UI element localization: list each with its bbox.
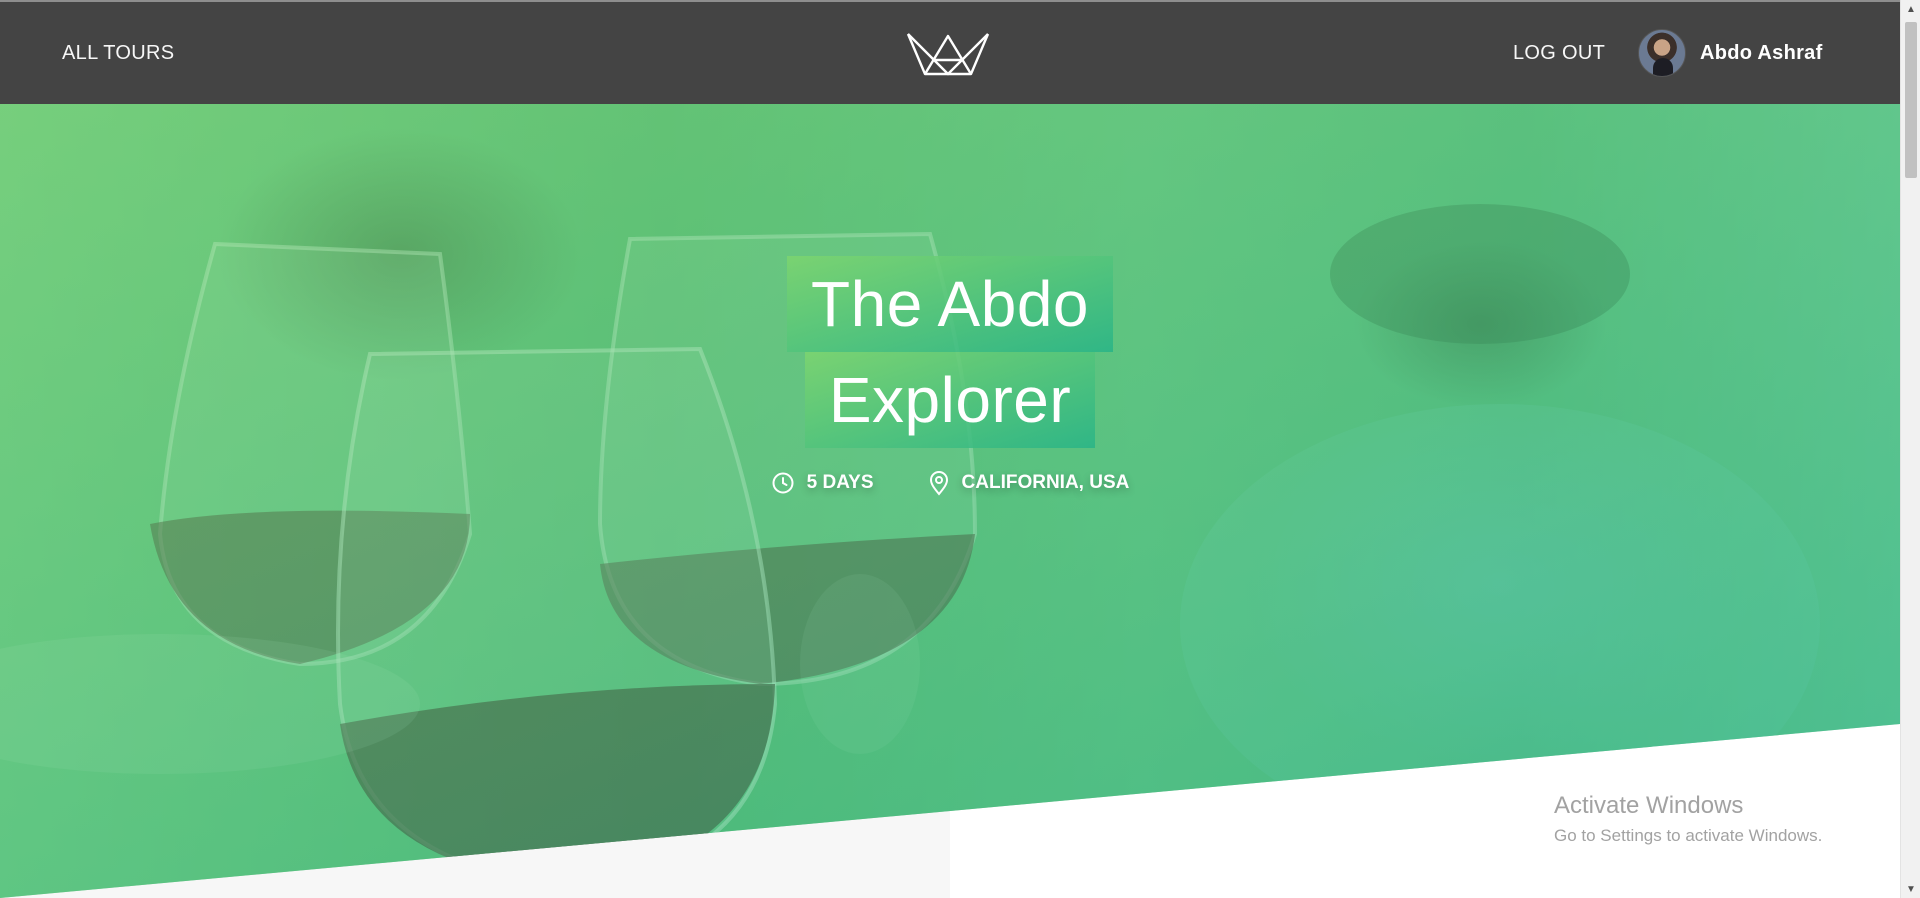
site-header: All tours Log out Abdo Ashraf	[0, 2, 1900, 104]
clock-icon	[772, 472, 794, 494]
page: The Abdo Explorer 5 days California, USA…	[0, 0, 1900, 898]
scrollbar-thumb[interactable]	[1905, 22, 1917, 178]
tour-hero-details: 5 days California, USA	[0, 470, 1900, 496]
watermark-title: Activate Windows	[1554, 792, 1744, 819]
user-name: Abdo Ashraf	[1700, 41, 1823, 64]
tour-title-line-1: The Abdo	[787, 256, 1113, 352]
page-scrollbar[interactable]: ▲ ▼	[1900, 0, 1920, 898]
all-tours-link[interactable]: All tours	[62, 2, 174, 104]
logout-button[interactable]: Log out	[1513, 2, 1605, 104]
tour-title: The Abdo Explorer	[0, 256, 1900, 448]
map-pin-icon	[929, 471, 948, 496]
watermark-subtitle: Go to Settings to activate Windows.	[1554, 826, 1823, 845]
tour-location-text: California, USA	[961, 472, 1130, 493]
user-account-link[interactable]: Abdo Ashraf	[1638, 2, 1823, 104]
avatar	[1638, 29, 1686, 77]
windows-activation-watermark: Activate Windows Go to Settings to activ…	[1554, 792, 1822, 846]
scroll-down-arrow-icon[interactable]: ▼	[1901, 880, 1920, 898]
scroll-up-arrow-icon[interactable]: ▲	[1901, 0, 1920, 18]
tour-location: California, USA	[928, 470, 1130, 496]
crown-logo-icon[interactable]	[905, 28, 991, 78]
tour-duration: 5 days	[771, 470, 874, 496]
tour-duration-text: 5 days	[806, 472, 874, 493]
tour-title-line-2: Explorer	[804, 352, 1096, 448]
